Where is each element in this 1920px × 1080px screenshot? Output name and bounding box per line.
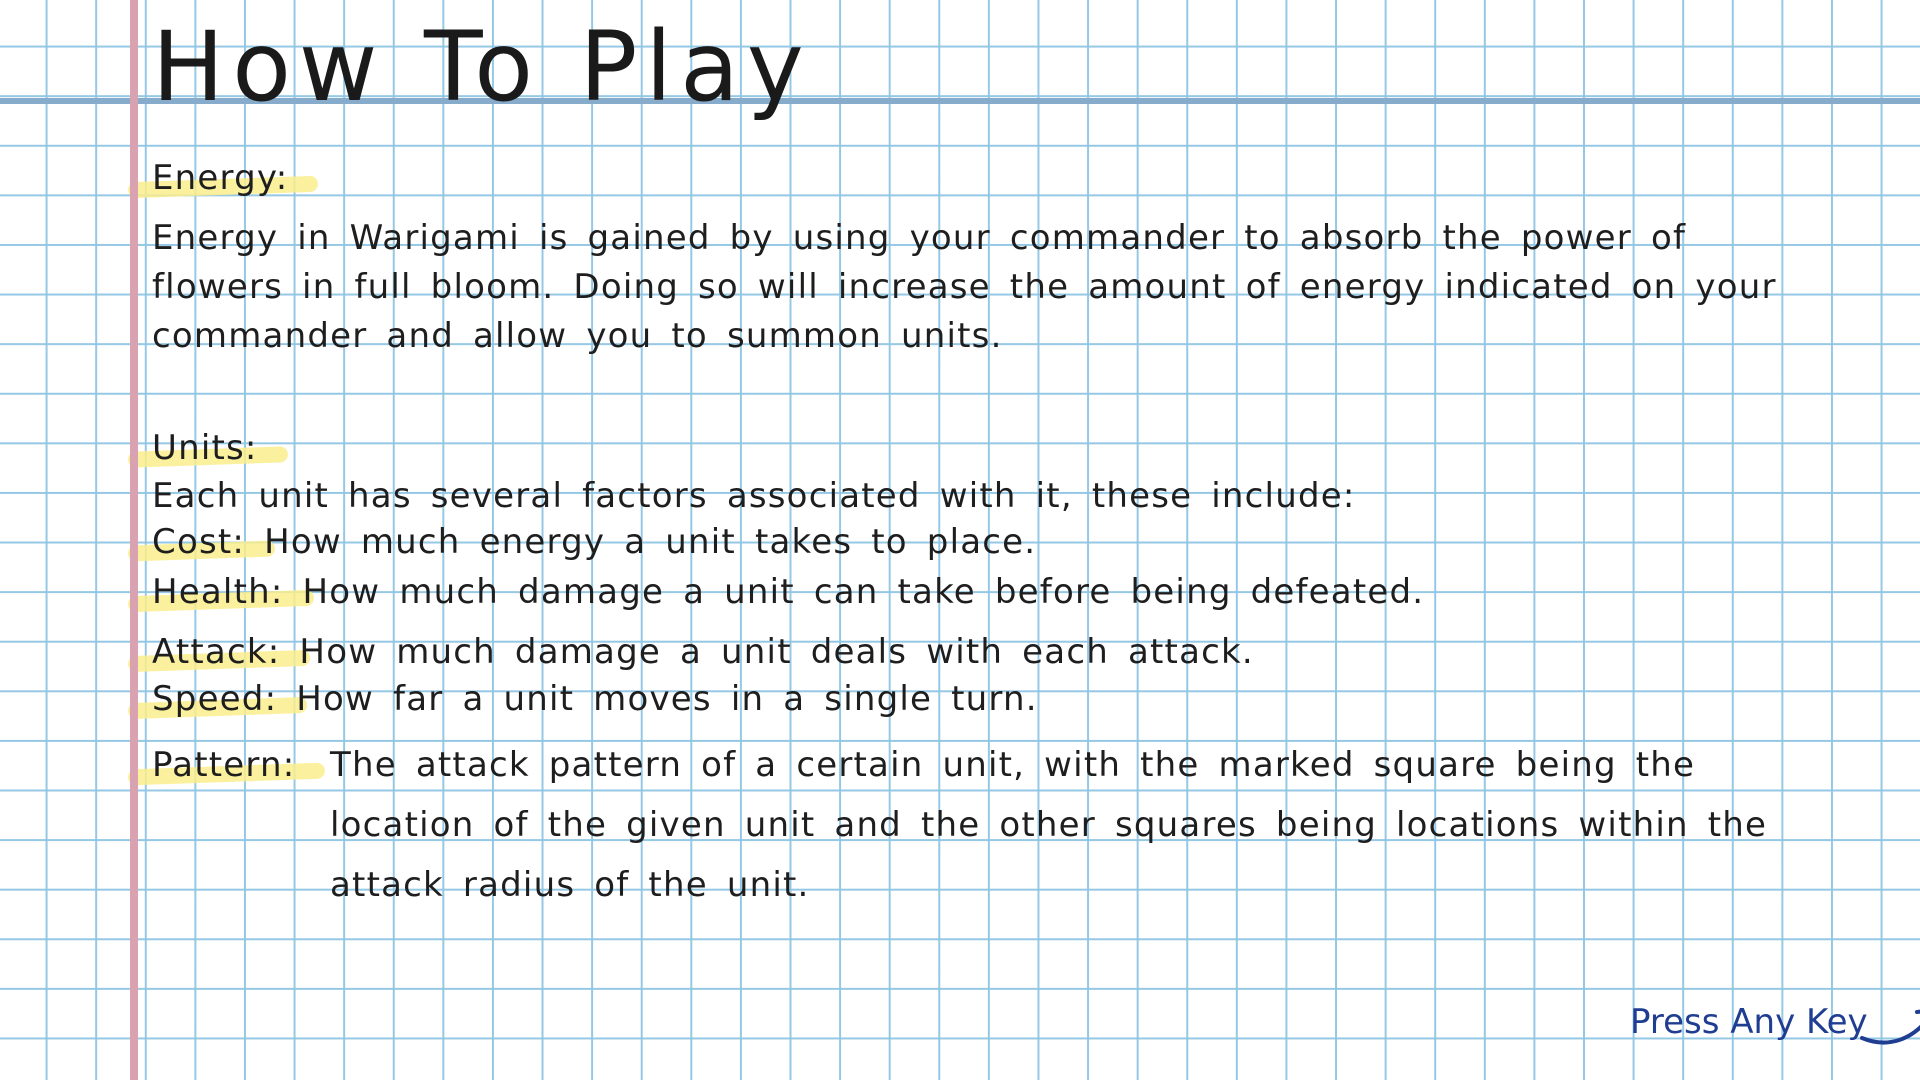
factor-attack-label: Attack: (152, 628, 280, 677)
factor-pattern-label: Pattern: (152, 735, 295, 795)
margin-rule (130, 0, 138, 1080)
units-heading: Units: (152, 424, 258, 473)
units-heading-label: Units: (152, 424, 258, 473)
factor-attack: Attack: How much damage a unit deals wit… (152, 628, 1254, 677)
factor-health: Health: How much damage a unit can take … (152, 568, 1424, 617)
factor-cost-label: Cost: (152, 518, 245, 567)
factor-pattern-label-wrap: Pattern: (152, 735, 330, 915)
curved-arrow-icon (1860, 1009, 1920, 1045)
units-intro: Each unit has several factors associated… (152, 476, 1356, 516)
factor-pattern: Pattern: The attack pattern of a certain… (152, 735, 1852, 915)
factor-pattern-description: The attack pattern of a certain unit, wi… (330, 745, 1768, 905)
factor-health-label: Health: (152, 568, 284, 617)
press-any-key-label: Press Any Key (1630, 1002, 1868, 1042)
press-any-key-button[interactable]: Press Any Key (1630, 1002, 1920, 1045)
factor-health-description: How much damage a unit can take before b… (302, 572, 1425, 612)
factor-attack-description: How much damage a unit deals with each a… (299, 632, 1254, 672)
factor-speed-label: Speed: (152, 675, 277, 724)
page-title: How To Play (152, 11, 812, 123)
factor-cost-description: How much energy a unit takes to place. (264, 522, 1037, 562)
energy-heading-label: Energy: (152, 154, 288, 203)
energy-description: Energy in Warigami is gained by using yo… (152, 218, 1777, 356)
energy-heading: Energy: (152, 154, 288, 203)
factor-speed: Speed: How far a unit moves in a single … (152, 675, 1038, 724)
factor-speed-description: How far a unit moves in a single turn. (296, 679, 1038, 719)
factor-cost: Cost: How much energy a unit takes to pl… (152, 518, 1036, 567)
